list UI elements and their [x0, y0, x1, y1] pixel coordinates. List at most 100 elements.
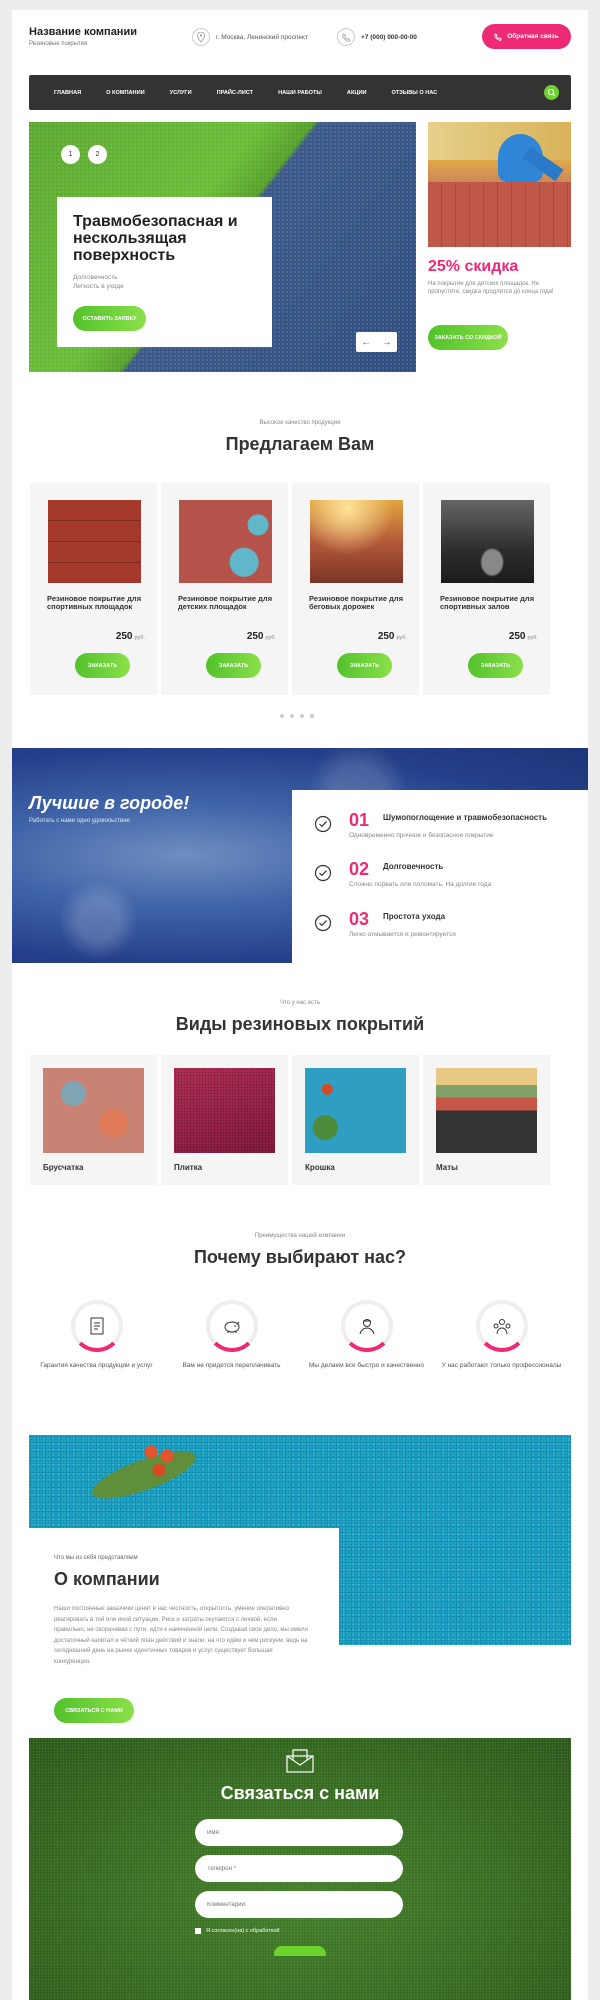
offer-title: Предлагаем Вам: [225, 434, 375, 454]
advantage-desc: Легко отмывается и ремонтируется: [349, 931, 456, 938]
type-title: Маты: [436, 1163, 458, 1172]
why-title: Почему выбирают нас?: [193, 1247, 407, 1267]
page: Название компании Резиновые покрытия г. …: [12, 10, 588, 2000]
advantage-number: 03: [349, 909, 370, 929]
submit-button[interactable]: [274, 1946, 326, 1956]
product-card[interactable]: Резиновое покрытие для спортивных залов …: [423, 483, 550, 695]
about-text: Наши постоянные заказчики ценят в нас че…: [54, 1606, 308, 1665]
product-order-button[interactable]: ЗАКАЗАТЬ: [206, 653, 261, 678]
hero-title: Травмобезопасная и нескользящая поверхно…: [73, 213, 238, 264]
advantage-desc: Сложно порвать или поломать. На долгие г…: [349, 881, 492, 888]
advantage-title: Простота ухода: [383, 912, 446, 921]
hero-order-button[interactable]: ОСТАВИТЬ ЗАЯВКУ: [73, 306, 146, 331]
nav-item-promotions[interactable]: АКЦИИ: [347, 90, 367, 96]
promo-order-button[interactable]: ЗАКАЗАТЬ СО СКИДКОЙ: [428, 325, 508, 350]
slider-arrows: ← →: [356, 332, 397, 352]
product-image: [179, 500, 272, 583]
piggy-bank-icon: [205, 1300, 258, 1352]
type-card[interactable]: Маты: [423, 1055, 550, 1185]
nav-item-services[interactable]: УСЛУГИ: [170, 90, 192, 96]
arrow-right-icon[interactable]: →: [382, 337, 392, 348]
type-title: Брусчатка: [43, 1163, 84, 1172]
phone-icon: [494, 32, 503, 41]
product-order-button[interactable]: ЗАКАЗАТЬ: [468, 653, 523, 678]
why-text: Вам не придется переплачивать: [182, 1362, 281, 1369]
location-pin-icon: [192, 28, 210, 46]
address-block: г. Москва, Ленинский проспект: [192, 28, 308, 46]
nav-item-reviews[interactable]: ОТЗЫВЫ О НАС: [392, 90, 438, 96]
nav-item-works[interactable]: НАШИ РАБОТЫ: [278, 90, 322, 96]
why-item: Вам не придется переплачивать: [164, 1300, 299, 1370]
carousel-dot[interactable]: [300, 714, 304, 718]
type-card[interactable]: Плитка: [161, 1055, 288, 1185]
product-image: [441, 500, 534, 583]
product-title: Резиновое покрытие для детских площадок: [178, 594, 273, 611]
best-title: Лучшие в городе!: [29, 793, 190, 813]
hero-card: Травмобезопасная и нескользящая поверхно…: [57, 197, 272, 347]
carousel-dot[interactable]: [280, 714, 284, 718]
why-text: Мы делаем все быстро и качественно: [308, 1362, 424, 1369]
advantage-number: 02: [349, 859, 370, 879]
why-item: Гарантия качества продукции и услуг: [29, 1300, 164, 1370]
product-price: 250 руб.: [115, 631, 145, 642]
phone-block: +7 (000) 000-00-00: [337, 28, 417, 46]
type-image: [43, 1068, 144, 1153]
phone-input[interactable]: [195, 1855, 403, 1882]
promo-image: [428, 122, 571, 247]
hero-feature-1: Долговечность: [73, 274, 118, 281]
search-button[interactable]: [544, 85, 559, 100]
why-item: Мы делаем все быстро и качественно: [299, 1300, 434, 1370]
carousel-dot[interactable]: [310, 714, 314, 718]
name-input[interactable]: [195, 1819, 403, 1846]
slide-dot-1[interactable]: 1: [61, 145, 80, 164]
offer-small-label: Высокое качество продукции: [259, 420, 341, 426]
product-title: Резиновое покрытие для беговых дорожек: [309, 594, 404, 611]
slide-dot-2[interactable]: 2: [88, 145, 107, 164]
callback-label: Обратная связь: [507, 33, 559, 40]
product-title: Резиновое покрытие для спортивных площад…: [47, 594, 142, 611]
nav-item-prices[interactable]: ПРАЙС-ЛИСТ: [217, 90, 253, 96]
about-small-label: Что мы из себя представляем: [54, 1555, 138, 1561]
carousel-dot[interactable]: [290, 714, 294, 718]
advantage-item: 01 Шумопоглощение и травмобезопасность О…: [314, 810, 584, 850]
product-image: [310, 500, 403, 583]
arrow-left-icon[interactable]: ←: [361, 337, 371, 348]
advantage-title: Долговечность: [383, 862, 444, 871]
product-order-button[interactable]: ЗАКАЗАТЬ: [337, 653, 392, 678]
type-card[interactable]: Брусчатка: [30, 1055, 157, 1185]
hero-feature-2: Легкость в уходе: [73, 283, 124, 290]
type-card[interactable]: Крошка: [292, 1055, 419, 1185]
carousel-dots: [280, 714, 314, 718]
team-icon: [475, 1300, 528, 1352]
types-title: Виды резиновых покрытий: [175, 1014, 425, 1034]
callback-button[interactable]: Обратная связь: [482, 24, 571, 49]
type-image: [305, 1068, 406, 1153]
product-card[interactable]: Резиновое покрытие для детских площадок …: [161, 483, 288, 695]
why-item: У нас работают только профессионалы: [434, 1300, 569, 1370]
type-image: [174, 1068, 275, 1153]
contact-title: Связаться с нами: [220, 1783, 380, 1803]
document-icon: [70, 1300, 123, 1352]
address-text: г. Москва, Ленинский проспект: [216, 33, 308, 41]
product-title: Резиновое покрытие для спортивных залов: [440, 594, 535, 611]
company-name[interactable]: Название компании: [29, 26, 137, 38]
product-order-button[interactable]: ЗАКАЗАТЬ: [75, 653, 130, 678]
comment-input[interactable]: [195, 1891, 403, 1918]
product-card[interactable]: Резиновое покрытие для спортивных площад…: [30, 483, 157, 695]
worker-icon: [340, 1300, 393, 1352]
product-card[interactable]: Резиновое покрытие для беговых дорожек 2…: [292, 483, 419, 695]
type-title: Плитка: [174, 1163, 203, 1172]
nav-item-home[interactable]: ГЛАВНАЯ: [54, 90, 81, 96]
consent-checkbox[interactable]: [195, 1928, 201, 1934]
promo-discount: 25% скидка: [428, 258, 519, 275]
why-text: Гарантия качества продукции и услуг: [40, 1362, 153, 1369]
types-small-label: Что у нас есть: [280, 1000, 320, 1006]
advantage-item: 02 Долговечность Сложно порвать или поло…: [314, 859, 584, 899]
phone-text[interactable]: +7 (000) 000-00-00: [361, 34, 417, 41]
product-price: 250 руб.: [377, 631, 407, 642]
main-nav: ГЛАВНАЯ О КОМПАНИИ УСЛУГИ ПРАЙС-ЛИСТ НАШ…: [29, 75, 571, 110]
about-contact-button[interactable]: СВЯЗАТЬСЯ С НАМИ: [54, 1698, 134, 1723]
best-panel: 01 Шумопоглощение и травмобезопасность О…: [292, 790, 588, 963]
best-subtitle: Работать с нами одно удовольствие: [29, 818, 130, 824]
nav-item-about[interactable]: О КОМПАНИИ: [106, 90, 144, 96]
